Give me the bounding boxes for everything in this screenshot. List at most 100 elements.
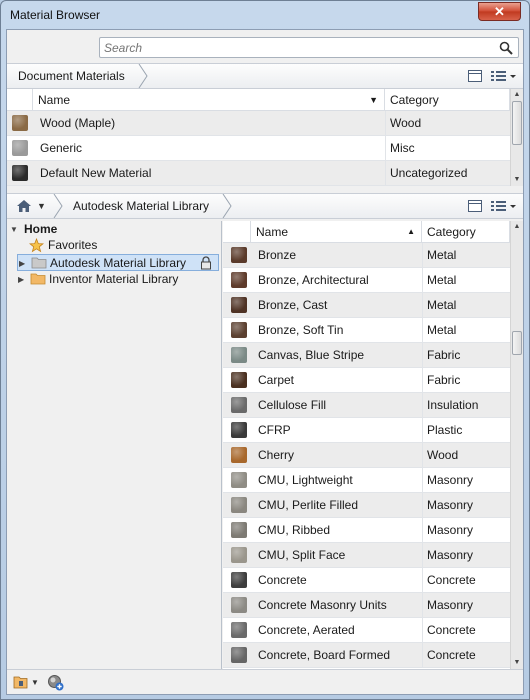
material-category: Masonry: [427, 523, 474, 537]
material-category: Metal: [427, 273, 457, 287]
library-menu-dropdown-icon[interactable]: ▼: [31, 670, 39, 695]
tree-item-favorites[interactable]: Favorites: [7, 237, 217, 254]
home-icon[interactable]: [16, 198, 32, 214]
material-swatch-icon: [231, 322, 247, 338]
scroll-up-icon[interactable]: ▲: [511, 89, 523, 101]
material-category: Masonry: [427, 598, 474, 612]
library-material-row[interactable]: Concrete, Aerated Concrete: [223, 618, 510, 643]
material-swatch-icon: [12, 140, 28, 156]
tree-favorites-label: Favorites: [48, 238, 98, 252]
document-table-header: Name ▼ Category: [7, 89, 510, 111]
material-category: Concrete: [427, 623, 476, 637]
material-category: Fabric: [427, 373, 461, 387]
search-box[interactable]: [99, 37, 519, 58]
close-button[interactable]: ✕: [478, 2, 521, 21]
library-material-row[interactable]: CMU, Split Face Masonry: [223, 543, 510, 568]
library-material-row[interactable]: Cherry Wood: [223, 443, 510, 468]
header-category[interactable]: Category: [385, 89, 510, 111]
home-dropdown-icon[interactable]: ▼: [37, 194, 46, 218]
folder-icon: [30, 273, 46, 285]
library-material-row[interactable]: Carpet Fabric: [223, 368, 510, 393]
sort-ascending-icon[interactable]: ▲: [407, 221, 415, 243]
library-material-row[interactable]: Concrete Masonry Units Masonry: [223, 593, 510, 618]
library-material-row[interactable]: Concrete, Board Formed Concrete: [223, 643, 510, 668]
document-material-row[interactable]: Default New Material Uncategorized: [7, 161, 510, 186]
collapsed-icon[interactable]: ▶: [18, 271, 28, 288]
header-name[interactable]: Name ▲: [251, 221, 422, 243]
material-category: Metal: [427, 248, 457, 262]
crumb-separator-icon: [222, 194, 232, 218]
material-category: Concrete: [427, 573, 476, 587]
material-swatch-icon: [231, 247, 247, 263]
library-material-row[interactable]: CMU, Lightweight Masonry: [223, 468, 510, 493]
document-materials-table: Name ▼ Category Wood (Maple) Wood Generic M…: [7, 89, 523, 186]
scroll-up-icon[interactable]: ▲: [511, 221, 523, 233]
grid-view-icon[interactable]: [467, 68, 483, 84]
open-library-icon[interactable]: [13, 675, 29, 690]
expanded-icon[interactable]: ▼: [10, 221, 20, 238]
list-options-icon[interactable]: [489, 198, 517, 214]
scroll-down-icon[interactable]: ▼: [511, 174, 523, 186]
header-name[interactable]: Name ▼: [33, 89, 385, 111]
material-category: Concrete: [427, 648, 476, 662]
library-material-row[interactable]: Bronze, Cast Metal: [223, 293, 510, 318]
header-name-label: Name: [38, 93, 71, 107]
library-material-row[interactable]: CMU, Perlite Filled Masonry: [223, 493, 510, 518]
library-material-row[interactable]: CMU, Ribbed Masonry: [223, 518, 510, 543]
material-name: Bronze, Cast: [258, 298, 328, 312]
material-name: Concrete, Aerated: [258, 623, 355, 637]
tree-item-inventor-library[interactable]: ▶ Inventor Material Library: [17, 271, 219, 288]
material-swatch-icon: [231, 622, 247, 638]
material-name: CMU, Lightweight: [258, 473, 353, 487]
document-scrollbar[interactable]: ▲ ▼: [510, 89, 523, 186]
library-material-row[interactable]: Bronze, Architectural Metal: [223, 268, 510, 293]
header-category[interactable]: Category: [422, 221, 510, 243]
material-category: Fabric: [427, 348, 461, 362]
material-name: CFRP: [258, 423, 291, 437]
crumb-autodesk-library[interactable]: Autodesk Material Library: [67, 194, 215, 218]
library-material-row[interactable]: Canvas, Blue Stripe Fabric: [223, 343, 510, 368]
scroll-down-icon[interactable]: ▼: [511, 657, 523, 669]
scroll-thumb[interactable]: [512, 331, 522, 355]
library-material-row[interactable]: Cellulose Fill Insulation: [223, 393, 510, 418]
material-name: Concrete, Board Formed: [258, 648, 391, 662]
material-swatch-icon: [231, 347, 247, 363]
grid-view-icon[interactable]: [467, 198, 483, 214]
material-name: Carpet: [258, 373, 295, 387]
material-name: CMU, Perlite Filled: [258, 498, 359, 512]
list-options-icon[interactable]: [489, 68, 517, 84]
window-title: Material Browser: [10, 8, 101, 22]
library-breadcrumb-bar: ▼ Autodesk Material Library: [7, 193, 523, 219]
browser-panel: Document Materials Name ▼: [6, 29, 524, 695]
collapsed-icon[interactable]: ▶: [19, 255, 29, 272]
material-name: Default New Material: [40, 166, 152, 180]
search-input[interactable]: [100, 38, 480, 57]
material-name: Bronze, Architectural: [258, 273, 369, 287]
material-name: Cherry: [258, 448, 295, 462]
library-material-row[interactable]: Bronze Metal: [223, 243, 510, 268]
library-material-row[interactable]: Bronze, Soft Tin Metal: [223, 318, 510, 343]
material-category: Metal: [427, 323, 457, 337]
document-material-row[interactable]: Generic Misc: [7, 136, 510, 161]
material-swatch-icon: [12, 165, 28, 181]
library-materials-table: Name ▲ Category Bronze Metal Bronze, Archi…: [223, 221, 523, 669]
scroll-thumb[interactable]: [512, 101, 522, 145]
library-material-row[interactable]: Concrete Concrete: [223, 568, 510, 593]
library-material-row[interactable]: CFRP Plastic: [223, 418, 510, 443]
dropdown-arrow-icon[interactable]: ▼: [369, 89, 378, 111]
tree-autodesk-label: Autodesk Material Library: [50, 256, 187, 270]
library-scrollbar[interactable]: ▲ ▼: [510, 221, 523, 669]
document-material-row[interactable]: Wood (Maple) Wood: [7, 111, 510, 136]
material-swatch-icon: [231, 647, 247, 663]
material-name: Generic: [40, 141, 83, 155]
tree-home-label: Home: [24, 222, 58, 236]
search-icon[interactable]: [499, 41, 513, 55]
tree-item-home[interactable]: ▼ Home: [7, 221, 217, 238]
crumb-document-materials[interactable]: Document Materials: [12, 64, 131, 88]
material-name: CMU, Split Face: [258, 548, 346, 562]
tree-item-autodesk-library[interactable]: ▶ Autodesk Material Library: [17, 254, 219, 271]
library-table-header: Name ▲ Category: [223, 221, 510, 243]
material-category: Insulation: [427, 398, 479, 412]
create-material-icon[interactable]: [47, 674, 64, 691]
material-swatch-icon: [12, 115, 28, 131]
